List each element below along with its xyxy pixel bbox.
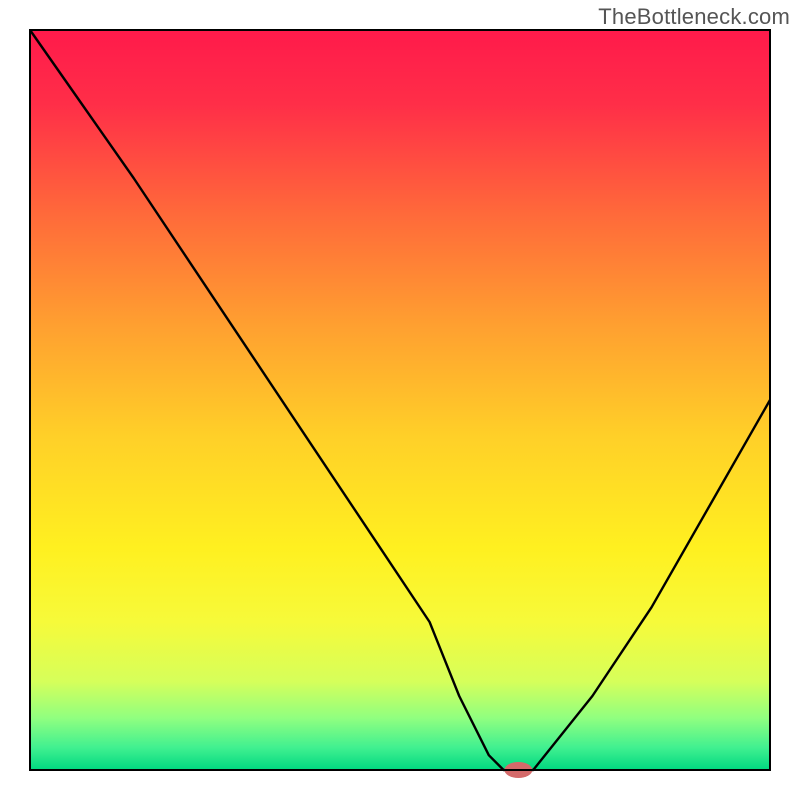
watermark-text: TheBottleneck.com <box>598 4 790 30</box>
chart-container: TheBottleneck.com <box>0 0 800 800</box>
bottleneck-curve-chart <box>0 0 800 800</box>
gradient-background <box>30 30 770 770</box>
